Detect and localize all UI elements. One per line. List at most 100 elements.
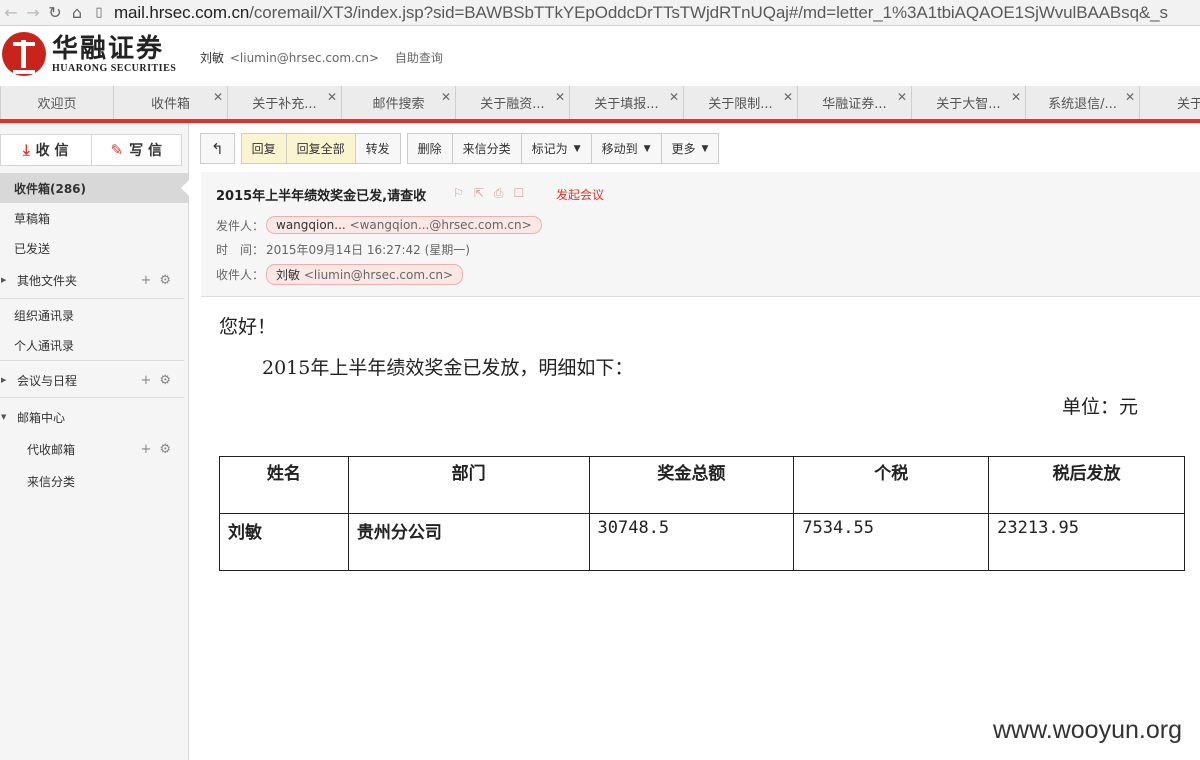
url-host: mail.hrsec.com.cn xyxy=(114,2,250,22)
close-icon[interactable]: ✕ xyxy=(1125,90,1135,104)
home-icon[interactable]: ⌂ xyxy=(66,2,88,24)
column-header: 奖金总额 xyxy=(588,456,795,514)
forward-button[interactable]: 转发 xyxy=(354,134,400,163)
tab-mail-search[interactable]: 邮件搜索 ✕ xyxy=(342,86,456,119)
user-name: 刘敏 xyxy=(200,51,225,65)
close-icon[interactable]: ✕ xyxy=(669,90,679,104)
tab-bar: 欢迎页 收件箱 ✕ 关于补充... ✕ 邮件搜索 ✕ 关于融资... ✕ 关于填报...… xyxy=(0,86,1200,119)
tab-mail[interactable]: 系统退信/... ✕ xyxy=(1026,86,1140,119)
close-icon[interactable]: ✕ xyxy=(327,90,337,104)
to-row: 收件人： 刘敏 <liumin@hrsec.com.cn> xyxy=(216,264,464,285)
tab-mail[interactable]: 华融证券... ✕ xyxy=(798,86,912,119)
tab-label: 关于金 xyxy=(1176,97,1200,112)
close-icon[interactable]: ✕ xyxy=(1011,90,1021,104)
sidebar-item-classify[interactable]: 来信分类 xyxy=(0,466,189,496)
recipient-name: 刘敏 xyxy=(276,268,301,282)
forward-arrow-icon[interactable]: → xyxy=(22,2,44,24)
compose-button[interactable]: ✎ 写 信 xyxy=(90,135,182,165)
edit-icon: ✎ xyxy=(110,141,124,159)
back-button[interactable]: ↰ xyxy=(201,134,234,163)
tab-label: 关于限制... xyxy=(708,97,773,112)
tab-mail[interactable]: 关于融资... ✕ xyxy=(456,86,570,119)
folder-tools: +⚙ xyxy=(140,273,179,288)
add-icon[interactable]: + xyxy=(140,373,159,388)
reply-all-button[interactable]: 回复全部 xyxy=(285,134,355,163)
url-field[interactable]: mail.hrsec.com.cn/coremail/XT3/index.jsp… xyxy=(114,3,1168,23)
print-icon[interactable]: ⎙ xyxy=(494,186,514,200)
sidebar-item-mail-center[interactable]: ▼ 邮箱中心 xyxy=(0,402,189,432)
gear-icon[interactable]: ⚙ xyxy=(159,442,179,457)
mark-as-label: 标记为 xyxy=(531,142,568,156)
tab-mail[interactable]: 关于金 xyxy=(1140,86,1200,119)
table-cell-department: 贵州分公司 xyxy=(347,513,590,571)
delete-button[interactable]: 删除 xyxy=(407,134,452,163)
table-cell-total: 30748.5 xyxy=(588,513,795,571)
mail-header: 华融证券 HUARONG SECURITIES 刘敏 <liumin@hrsec… xyxy=(0,27,1200,83)
receive-button[interactable]: ⤓ 收 信 xyxy=(1,135,91,165)
flag-icon[interactable]: ⚐ xyxy=(453,186,474,200)
huarong-logo[interactable]: 华融证券 HUARONG SECURITIES xyxy=(2,32,176,76)
close-icon[interactable]: ✕ xyxy=(897,90,907,104)
folder-label: 邮箱中心 xyxy=(17,410,66,425)
add-icon[interactable]: + xyxy=(140,273,159,288)
sidebar-item-fetch-mail[interactable]: 代收邮箱 +⚙ xyxy=(0,434,189,464)
body-paragraph: 2015年上半年绩效奖金已发放，明细如下： xyxy=(262,357,634,379)
sidebar-item-calendar[interactable]: ▶ 会议与日程 +⚙ xyxy=(0,365,189,395)
self-query-link[interactable]: 自助查询 xyxy=(395,51,443,65)
tab-label: 关于大智... xyxy=(936,97,1001,112)
back-arrow-icon[interactable]: ← xyxy=(0,2,22,24)
sidebar-item-inbox[interactable]: 收件箱(286) xyxy=(0,173,189,203)
tab-label: 关于补充... xyxy=(252,97,317,112)
sidebar-item-other-folders[interactable]: ▶ 其他文件夹 +⚙ xyxy=(0,265,189,295)
from-label: 发件人： xyxy=(216,218,265,233)
expand-caret-icon[interactable]: ▼ xyxy=(1,413,6,421)
start-meeting-link[interactable]: 发起会议 xyxy=(556,186,604,203)
sender-pill[interactable]: wangqion... <wangqion...@hrsec.com.cn> xyxy=(266,216,542,234)
back-arrow-icon: ↰ xyxy=(211,139,224,158)
sidebar-item-personal-contacts[interactable]: 个人通讯录 xyxy=(0,330,189,360)
sidebar-item-drafts[interactable]: 草稿箱 xyxy=(0,203,189,233)
mail-subject: 2015年上半年绩效奖金已发,请查收 xyxy=(216,189,427,204)
chevron-down-icon: ▼ xyxy=(573,143,581,154)
sidebar-divider xyxy=(0,298,184,299)
table-cell-net: 23213.95 xyxy=(988,513,1185,571)
gear-icon[interactable]: ⚙ xyxy=(159,373,179,388)
close-icon[interactable]: ✕ xyxy=(213,90,223,104)
tab-welcome[interactable]: 欢迎页 xyxy=(0,86,114,119)
reply-button[interactable]: 回复 xyxy=(241,134,286,163)
close-icon[interactable]: ✕ xyxy=(783,90,793,104)
tab-mail[interactable]: 关于填报... ✕ xyxy=(570,86,684,119)
expand-caret-icon[interactable]: ▶ xyxy=(1,276,6,284)
classify-button[interactable]: 来信分类 xyxy=(451,134,521,163)
table-cell-name: 刘敏 xyxy=(219,513,349,571)
sidebar-item-org-contacts[interactable]: 组织通讯录 xyxy=(0,300,189,330)
add-icon[interactable]: + xyxy=(140,442,159,457)
column-header: 部门 xyxy=(347,456,590,514)
folder-label: 草稿箱 xyxy=(14,211,51,226)
download-icon: ⤓ xyxy=(22,141,30,159)
more-dropdown[interactable]: 更多 ▼ xyxy=(660,134,719,163)
tab-mail[interactable]: 关于大智... ✕ xyxy=(912,86,1026,119)
meeting-icon[interactable]: ☐ xyxy=(513,186,534,200)
tab-mail[interactable]: 关于限制... ✕ xyxy=(684,86,798,119)
sidebar-item-sent[interactable]: 已发送 xyxy=(0,233,189,263)
popout-icon[interactable]: ⇱ xyxy=(474,186,494,200)
tab-label: 关于融资... xyxy=(480,97,545,112)
subject-icons: ⚐⇱⎙☐ xyxy=(453,186,534,201)
tab-label: 邮件搜索 xyxy=(372,97,425,112)
sender-name: wangqion... xyxy=(276,218,346,232)
gear-icon[interactable]: ⚙ xyxy=(159,273,179,288)
move-to-dropdown[interactable]: 移动到 ▼ xyxy=(590,134,661,163)
sidebar-divider xyxy=(0,397,184,398)
column-header: 个税 xyxy=(793,456,990,514)
tab-label: 关于填报... xyxy=(594,97,659,112)
mark-as-dropdown[interactable]: 标记为 ▼ xyxy=(520,134,591,163)
receive-label: 收 信 xyxy=(35,143,69,159)
close-icon[interactable]: ✕ xyxy=(441,90,451,104)
close-icon[interactable]: ✕ xyxy=(555,90,565,104)
recipient-pill[interactable]: 刘敏 <liumin@hrsec.com.cn> xyxy=(266,264,464,285)
tab-inbox[interactable]: 收件箱 ✕ xyxy=(114,86,228,119)
tab-mail[interactable]: 关于补充... ✕ xyxy=(228,86,342,119)
reload-icon[interactable]: ↻ xyxy=(44,2,66,24)
expand-caret-icon[interactable]: ▶ xyxy=(1,376,6,384)
